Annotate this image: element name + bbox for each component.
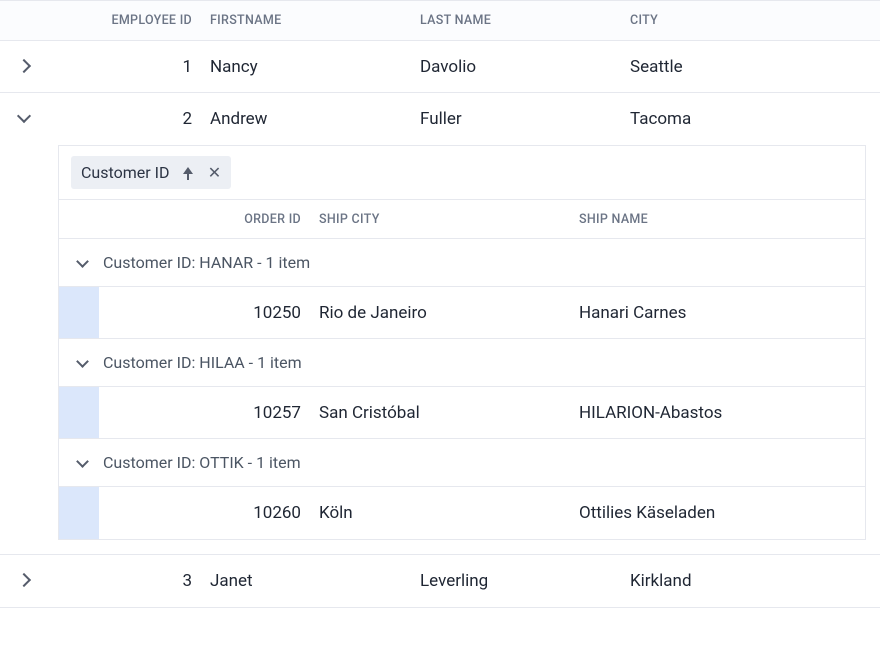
expand-toggle[interactable] — [0, 59, 48, 75]
group-label: Customer ID: HANAR - 1 item — [103, 253, 310, 272]
cell-ship-city: Köln — [319, 489, 579, 537]
group-chip-customer-id[interactable]: Customer ID ✕ — [71, 156, 231, 189]
cell-city: Seattle — [630, 43, 880, 91]
group-label: Customer ID: HILAA - 1 item — [103, 353, 302, 372]
grid-header-row: EMPLOYEE ID FIRSTNAME LAST NAME CITY — [0, 1, 880, 41]
group-chip-label: Customer ID — [81, 163, 169, 182]
chevron-down-icon — [16, 111, 32, 127]
chevron-right-icon — [16, 59, 32, 75]
chevron-right-icon — [16, 573, 32, 589]
cell-ship-name: Hanari Carnes — [579, 289, 865, 337]
expand-toggle[interactable] — [0, 111, 48, 127]
cell-last-name: Leverling — [420, 557, 630, 605]
employee-row: 1 Nancy Davolio Seattle — [0, 41, 880, 93]
cell-first-name: Nancy — [210, 43, 420, 91]
orders-grid: Customer ID ✕ ORDER ID SHIP CITY SHIP NA… — [58, 145, 866, 540]
group-row[interactable]: Customer ID: HILAA - 1 item — [59, 339, 865, 387]
cell-order-id: 10260 — [119, 489, 319, 537]
group-indent-bar — [59, 387, 99, 438]
cell-employee-id: 2 — [48, 95, 210, 143]
chevron-down-icon — [75, 256, 89, 270]
remove-group-icon[interactable]: ✕ — [207, 166, 221, 180]
group-label: Customer ID: OTTIK - 1 item — [103, 453, 301, 472]
order-row: 10260 Köln Ottilies Käseladen — [59, 487, 865, 539]
group-indent-bar — [59, 287, 99, 338]
order-row: 10250 Rio de Janeiro Hanari Carnes — [59, 287, 865, 339]
employee-row: 3 Janet Leverling Kirkland — [0, 555, 880, 607]
cell-ship-city: San Cristóbal — [319, 389, 579, 437]
cell-ship-name: Ottilies Käseladen — [579, 489, 865, 537]
orders-header-row: ORDER ID SHIP CITY SHIP NAME — [59, 199, 865, 239]
cell-first-name: Andrew — [210, 95, 420, 143]
expand-toggle[interactable] — [0, 573, 48, 589]
cell-last-name: Davolio — [420, 43, 630, 91]
group-row[interactable]: Customer ID: HANAR - 1 item — [59, 239, 865, 287]
cell-city: Tacoma — [630, 95, 880, 143]
group-row[interactable]: Customer ID: OTTIK - 1 item — [59, 439, 865, 487]
col-header-ship-city[interactable]: SHIP CITY — [319, 202, 579, 237]
employee-row: 2 Andrew Fuller Tacoma — [0, 93, 880, 145]
employee-grid: EMPLOYEE ID FIRSTNAME LAST NAME CITY 1 N… — [0, 0, 880, 608]
col-header-employee-id[interactable]: EMPLOYEE ID — [48, 3, 210, 38]
cell-order-id: 10250 — [119, 289, 319, 337]
group-indent-bar — [59, 487, 99, 539]
cell-last-name: Fuller — [420, 95, 630, 143]
chevron-down-icon — [75, 456, 89, 470]
col-header-first-name[interactable]: FIRSTNAME — [210, 3, 420, 38]
cell-order-id: 10257 — [119, 389, 319, 437]
cell-employee-id: 1 — [48, 43, 210, 91]
col-header-city[interactable]: CITY — [630, 3, 880, 38]
order-row: 10257 San Cristóbal HILARION-Abastos — [59, 387, 865, 439]
cell-ship-city: Rio de Janeiro — [319, 289, 579, 337]
col-header-last-name[interactable]: LAST NAME — [420, 3, 630, 38]
cell-first-name: Janet — [210, 557, 420, 605]
detail-panel: Customer ID ✕ ORDER ID SHIP CITY SHIP NA… — [0, 145, 880, 555]
group-bar: Customer ID ✕ — [59, 146, 865, 199]
cell-ship-name: HILARION-Abastos — [579, 389, 865, 437]
cell-city: Kirkland — [630, 557, 880, 605]
col-header-ship-name[interactable]: SHIP NAME — [579, 202, 865, 237]
chevron-down-icon — [75, 356, 89, 370]
sort-asc-icon[interactable] — [181, 166, 195, 180]
col-header-order-id[interactable]: ORDER ID — [119, 202, 319, 237]
cell-employee-id: 3 — [48, 557, 210, 605]
